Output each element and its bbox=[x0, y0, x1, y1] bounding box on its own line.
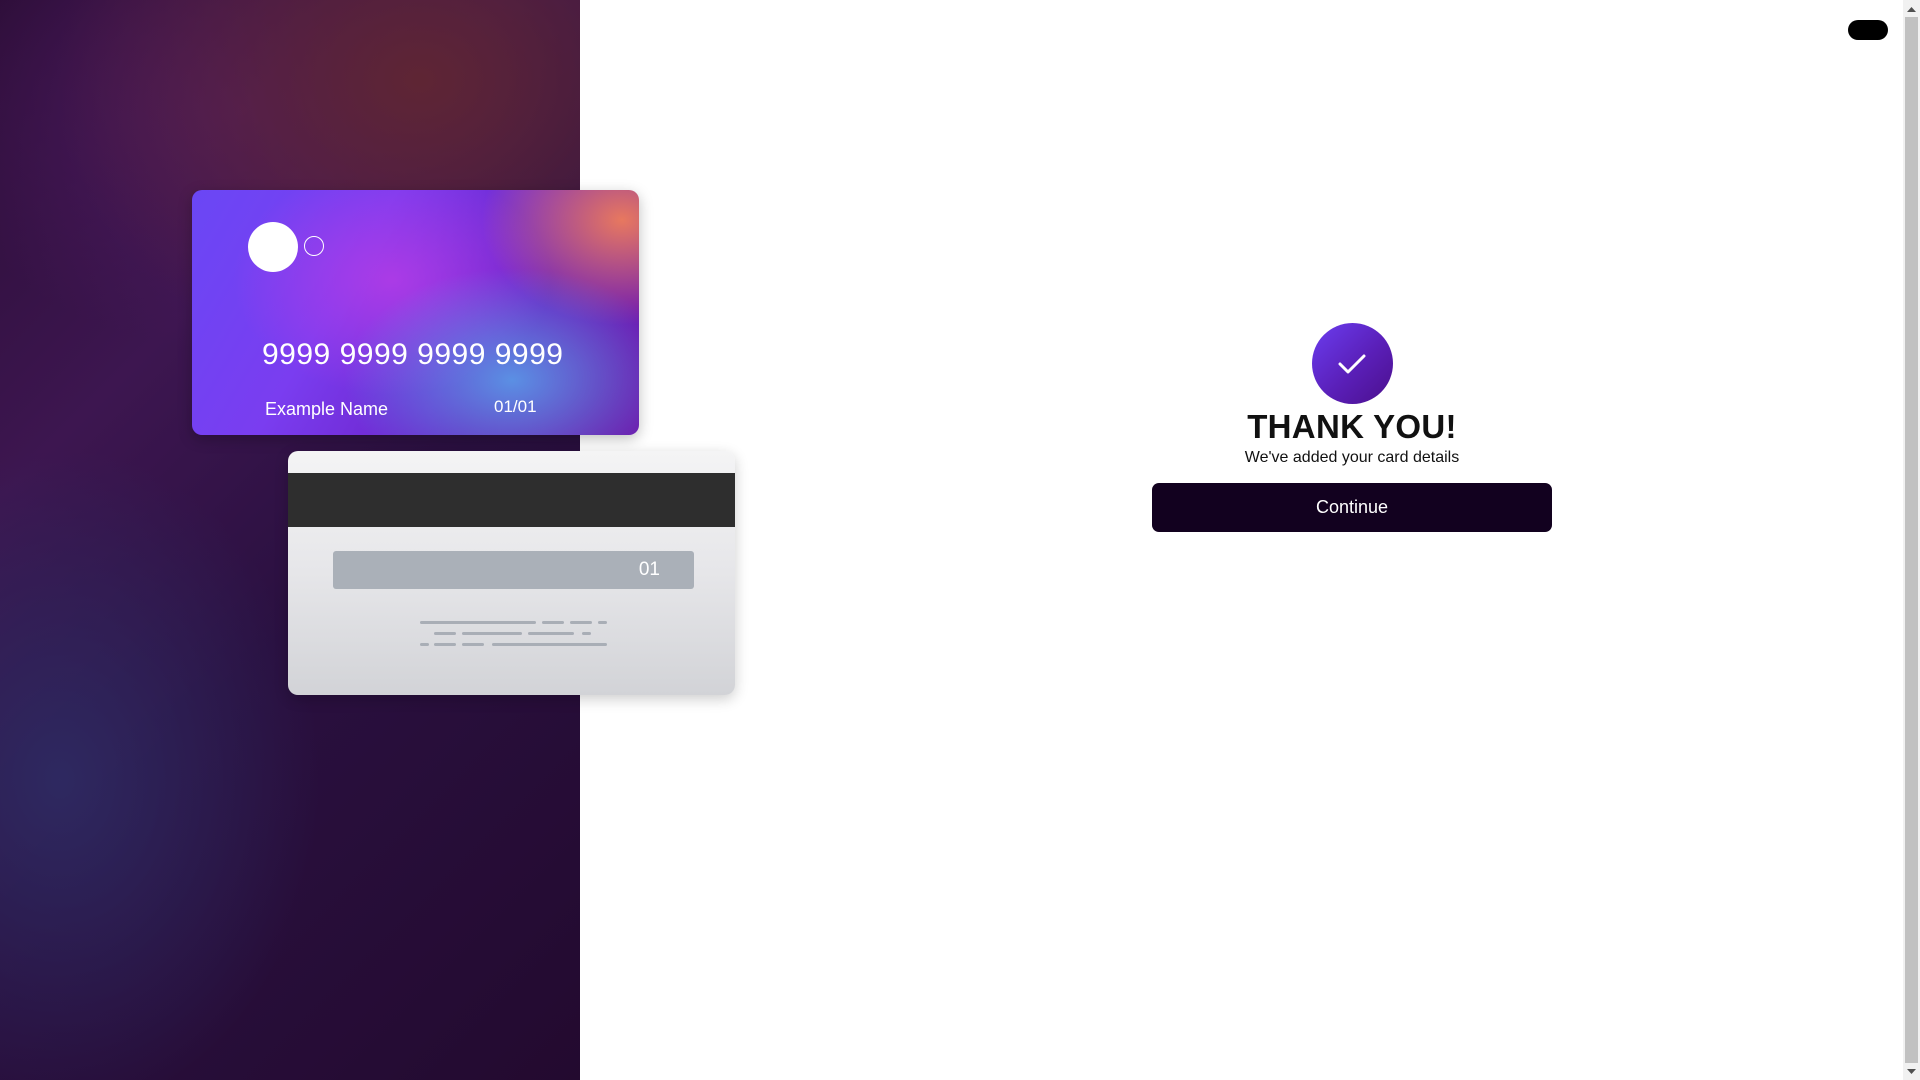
vertical-scrollbar[interactable] bbox=[1903, 0, 1920, 1080]
thank-you-heading: THANK YOU! bbox=[1247, 408, 1457, 445]
card-back: 01 bbox=[288, 451, 735, 695]
card-number: 9999 9999 9999 9999 bbox=[262, 338, 564, 371]
scroll-down-arrow-icon[interactable] bbox=[1903, 1063, 1920, 1080]
scrollbar-thumb[interactable] bbox=[1905, 17, 1918, 1063]
check-icon bbox=[1338, 354, 1366, 373]
success-badge bbox=[1311, 323, 1393, 404]
success-panel: THANK YOU! We've added your card details… bbox=[1152, 323, 1552, 532]
card-front: 9999 9999 9999 9999 Example Name 01/01 bbox=[192, 190, 639, 435]
page: 9999 9999 9999 9999 Example Name 01/01 0… bbox=[0, 0, 1920, 1080]
card-expiry: 01/01 bbox=[494, 397, 537, 416]
continue-button[interactable]: Continue bbox=[1152, 483, 1552, 532]
theme-toggle[interactable] bbox=[1848, 20, 1888, 40]
scroll-up-arrow-icon[interactable] bbox=[1903, 0, 1920, 17]
card-fine-print bbox=[420, 621, 610, 651]
card-logo-ring-icon bbox=[304, 236, 324, 256]
magnetic-stripe bbox=[288, 473, 735, 527]
card-logo-circle-icon bbox=[248, 222, 298, 272]
signature-strip: 01 bbox=[333, 551, 694, 589]
confirmation-subtitle: We've added your card details bbox=[1244, 449, 1460, 466]
card-cvc: 01 bbox=[638, 559, 660, 580]
cardholder-name: Example Name bbox=[265, 399, 389, 419]
